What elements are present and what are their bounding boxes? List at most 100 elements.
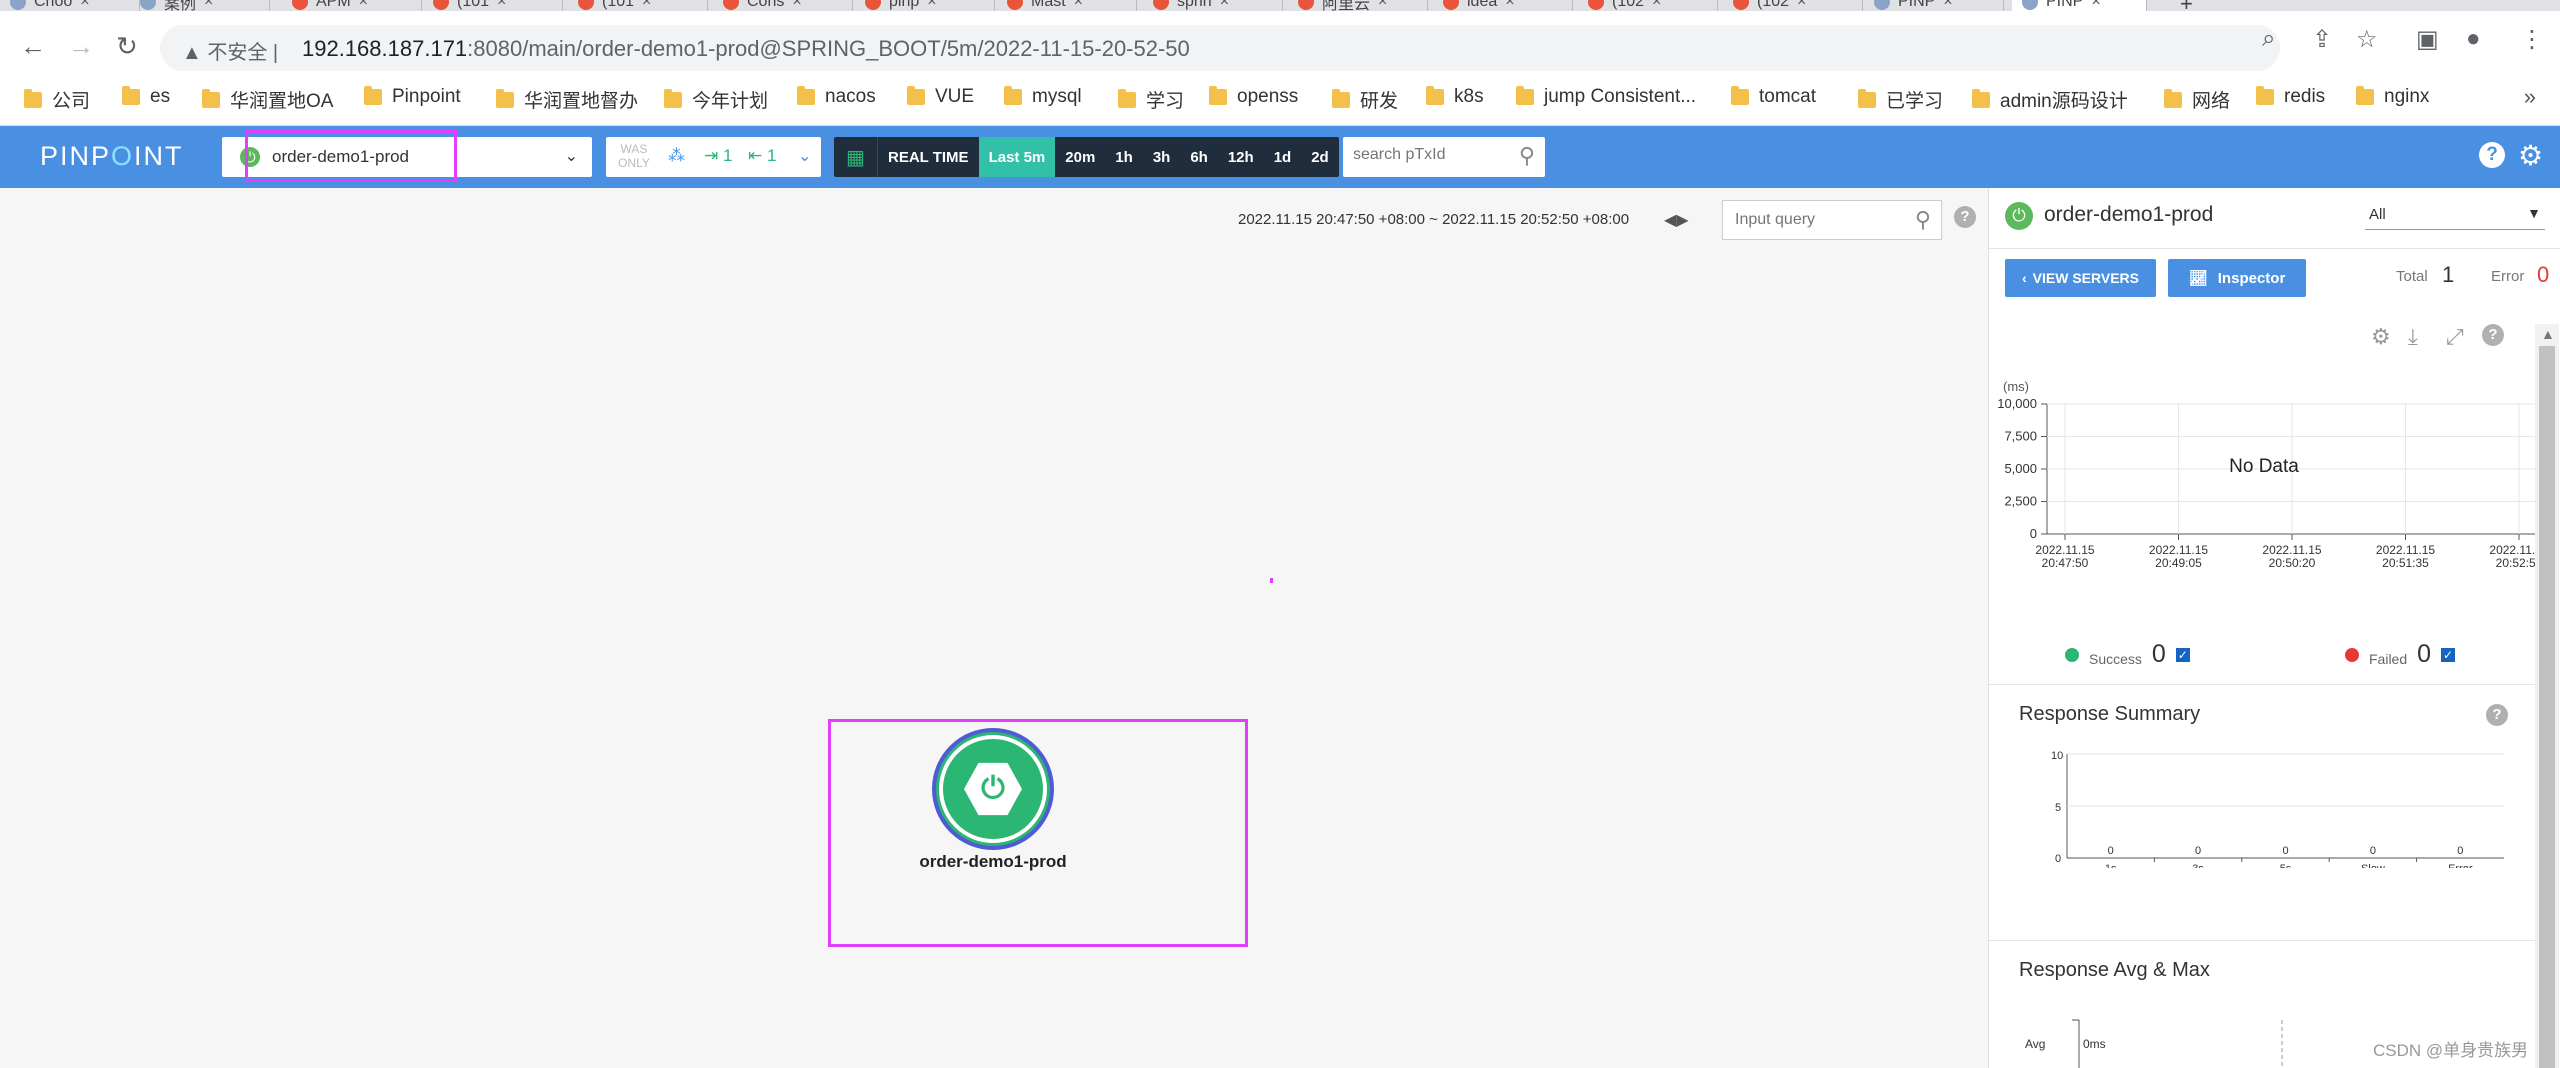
search-icon[interactable]: ⚲ [1915, 207, 1931, 233]
success-checkbox[interactable]: ✓ [2175, 647, 2190, 662]
close-tab-icon[interactable]: × [1505, 0, 1514, 11]
close-tab-icon[interactable]: × [359, 0, 368, 11]
query-input[interactable] [1735, 211, 1895, 229]
help-icon[interactable]: ? [2486, 704, 2508, 726]
bidirectional-icon[interactable]: ⁂ [668, 146, 685, 166]
forward-arrow-icon[interactable]: → [68, 33, 94, 59]
bookmark-folder[interactable]: 华润置地督办 [496, 86, 638, 113]
browser-tab[interactable]: (101 × [568, 0, 708, 11]
profile-avatar-icon[interactable]: ● [2466, 25, 2481, 53]
close-tab-icon[interactable]: × [642, 0, 651, 11]
close-tab-icon[interactable]: × [1652, 0, 1661, 11]
bookmark-folder[interactable]: VUE [907, 86, 974, 108]
close-tab-icon[interactable]: × [1378, 0, 1387, 11]
more-bookmarks-icon[interactable]: » [2524, 84, 2536, 110]
close-tab-icon[interactable]: × [2091, 0, 2100, 11]
node-label[interactable]: order-demo1-prod [908, 852, 1078, 872]
browser-tab[interactable]: (102 × [1723, 0, 1863, 11]
browser-tab[interactable]: (101 × [423, 0, 563, 11]
outbound-depth[interactable]: ⇤ 1 [748, 146, 776, 166]
scroll-up-icon[interactable]: ▲ [2541, 326, 2555, 342]
bookmark-folder[interactable]: k8s [1426, 86, 1484, 108]
bookmark-folder[interactable]: nacos [797, 86, 876, 108]
bookmark-folder[interactable]: Pinpoint [364, 86, 461, 108]
period-last5m-button[interactable]: Last 5m [978, 137, 1056, 177]
pinpoint-logo[interactable]: PINPOINT [40, 141, 184, 172]
browser-tab[interactable]: APM × [282, 0, 422, 11]
browser-tab[interactable]: PINP × [2012, 0, 2147, 11]
bookmark-folder[interactable]: 华润置地OA [202, 86, 333, 113]
failed-checkbox[interactable]: ✓ [2441, 647, 2456, 662]
bookmark-folder[interactable]: 学习 [1118, 86, 1184, 113]
scrollbar-thumb[interactable] [2539, 346, 2555, 1068]
close-tab-icon[interactable]: × [1074, 0, 1083, 11]
period-3h-button[interactable]: 3h [1143, 137, 1181, 177]
bookmark-folder[interactable]: es [122, 86, 170, 108]
bookmark-star-icon[interactable]: ☆ [2356, 25, 2378, 54]
browser-tab[interactable]: idea × [1433, 0, 1573, 11]
calendar-icon[interactable]: ▦ [834, 137, 878, 177]
browser-tab[interactable]: (102 × [1578, 0, 1718, 11]
bookmark-folder[interactable]: 今年计划 [664, 86, 768, 113]
period-6h-button[interactable]: 6h [1180, 137, 1218, 177]
reload-icon[interactable]: ↻ [116, 33, 138, 59]
url-bar[interactable]: ▲ 不安全 | 192.168.187.171:8080/main/order-… [160, 25, 2280, 71]
share-icon[interactable]: ⇪ [2312, 25, 2332, 54]
period-1d-button[interactable]: 1d [1264, 137, 1302, 177]
txid-input[interactable] [1353, 146, 1503, 164]
browser-tab[interactable]: Choo × [0, 0, 140, 11]
inbound-depth[interactable]: ⇥ 1 [704, 146, 732, 166]
browser-tab[interactable]: Cons × [713, 0, 853, 11]
back-arrow-icon[interactable]: ← [20, 33, 46, 59]
bookmark-folder[interactable]: 研发 [1332, 86, 1398, 113]
browser-tab[interactable]: 案例 × [130, 0, 270, 11]
time-navigation-icon[interactable]: ◀▶ [1664, 210, 1689, 230]
bookmark-folder[interactable]: nginx [2356, 86, 2429, 108]
url-text[interactable]: 192.168.187.171:8080/main/order-demo1-pr… [302, 36, 1190, 62]
browser-menu-icon[interactable]: ⋮ [2520, 25, 2544, 54]
chevron-down-icon[interactable]: ⌄ [798, 146, 811, 166]
close-tab-icon[interactable]: × [792, 0, 801, 11]
side-panel-icon[interactable]: ▣ [2416, 25, 2439, 54]
close-tab-icon[interactable]: × [1220, 0, 1229, 11]
browser-tab[interactable]: 阿里云 × [1288, 0, 1428, 11]
bookmark-folder[interactable]: 公司 [24, 86, 90, 113]
bookmark-folder[interactable]: 网络 [2164, 86, 2230, 113]
close-tab-icon[interactable]: × [927, 0, 936, 11]
period-12h-button[interactable]: 12h [1218, 137, 1264, 177]
period-20m-button[interactable]: 20m [1055, 137, 1105, 177]
bookmark-folder[interactable]: 已学习 [1858, 86, 1943, 113]
browser-tab[interactable]: pinp × [855, 0, 995, 11]
bookmark-folder[interactable]: jump Consistent... [1516, 86, 1696, 108]
close-tab-icon[interactable]: × [80, 0, 89, 11]
was-only-toggle[interactable]: WAS ONLY [616, 142, 652, 170]
gear-icon[interactable]: ⚙ [2518, 139, 2543, 172]
not-secure-warning[interactable]: ▲ 不安全 | [182, 36, 278, 65]
new-tab-icon[interactable]: + [2180, 0, 2193, 11]
bookmark-folder[interactable]: openss [1209, 86, 1298, 108]
bookmark-folder[interactable]: tomcat [1731, 86, 1816, 108]
zoom-icon[interactable]: ⌕ [2262, 25, 2275, 53]
browser-tab[interactable]: sprin × [1143, 0, 1283, 11]
close-tab-icon[interactable]: × [1797, 0, 1806, 11]
sidebar-scrollbar[interactable]: ▲ [2535, 324, 2559, 1068]
help-icon[interactable]: ? [2479, 142, 2505, 168]
url-host: 192.168.187.171 [302, 36, 468, 61]
bookmark-folder[interactable]: admin源码设计 [1972, 86, 2128, 113]
close-tab-icon[interactable]: × [1943, 0, 1952, 11]
favicon-icon [433, 0, 449, 10]
bookmark-folder[interactable]: redis [2256, 86, 2325, 108]
bookmark-folder[interactable]: mysql [1004, 86, 1082, 108]
browser-tab[interactable]: Mast × [997, 0, 1137, 11]
application-node[interactable]: ⏻ [932, 728, 1054, 850]
browser-tab[interactable]: PINP × [1864, 0, 2004, 11]
help-icon[interactable]: ? [1954, 206, 1976, 228]
period-1h-button[interactable]: 1h [1105, 137, 1143, 177]
search-icon[interactable]: ⚲ [1519, 143, 1535, 169]
period-2d-button[interactable]: 2d [1301, 137, 1339, 177]
close-tab-icon[interactable]: × [497, 0, 506, 11]
realtime-button[interactable]: REAL TIME [878, 137, 979, 177]
success-label: Success [2089, 650, 2142, 667]
close-tab-icon[interactable]: × [204, 0, 213, 11]
server-map-options[interactable]: WAS ONLY ⁂ ⇥ 1 ⇤ 1 ⌄ [606, 137, 821, 177]
